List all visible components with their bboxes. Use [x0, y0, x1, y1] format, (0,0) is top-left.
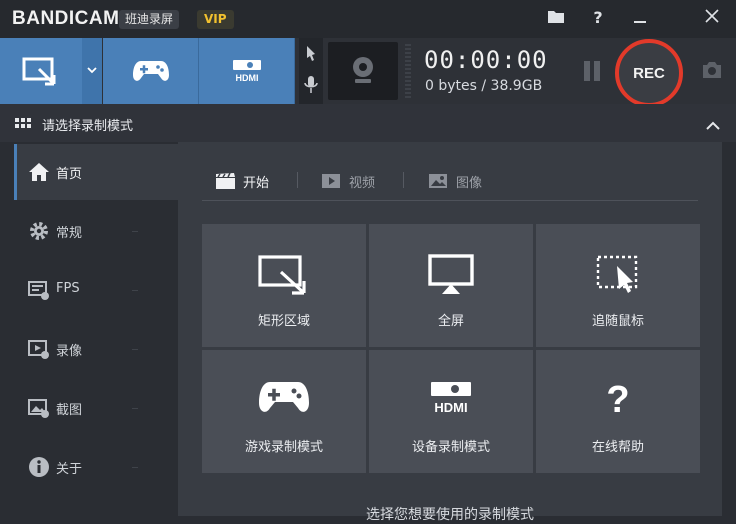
tile-fullscreen[interactable]: 全屏: [369, 224, 533, 347]
pause-icon: [584, 61, 590, 81]
pause-button[interactable]: [582, 61, 602, 81]
sidebar-item-label: 录像: [56, 344, 83, 359]
hint-text: 选择您想要使用的录制模式: [366, 507, 534, 523]
folder-icon[interactable]: [544, 7, 568, 29]
game-mode-button[interactable]: [103, 38, 199, 104]
info-icon: [29, 457, 49, 477]
cursor-effect-icon[interactable]: [307, 46, 315, 61]
clapper-icon: [216, 173, 235, 189]
tile-label: 游戏录制模式: [244, 440, 323, 455]
mode-section-header: 请选择录制模式: [0, 104, 736, 142]
app-logo: BANDICAM: [12, 8, 120, 29]
tab-label: 图像: [456, 176, 483, 191]
grid-icon: [15, 118, 31, 128]
sidebar-item-general[interactable]: 常规: [14, 203, 178, 259]
tile-label: 设备录制模式: [411, 440, 490, 455]
tile-follow-mouse[interactable]: 追随鼠标: [536, 224, 700, 347]
tile-online-help[interactable]: ? 在线帮助: [536, 350, 700, 473]
rectangle-area-icon: [258, 255, 306, 295]
svg-text:?: ?: [606, 380, 629, 418]
fps-icon: [28, 281, 49, 300]
gamepad-icon: [259, 382, 309, 412]
sidebar-item-video[interactable]: 录像: [14, 321, 178, 377]
sidebar-item-label: FPS: [56, 281, 80, 296]
mode-dropdown-button[interactable]: [82, 38, 102, 104]
sidebar-item-label: 常规: [56, 226, 83, 241]
sidebar-item-about[interactable]: 关于: [14, 439, 178, 495]
hdmi-icon: HDMI: [431, 382, 471, 414]
svg-text:HDMI: HDMI: [434, 400, 467, 414]
home-icon: [29, 163, 49, 181]
tile-rectangle-area[interactable]: 矩形区域: [202, 224, 366, 347]
collapse-button[interactable]: [705, 117, 721, 136]
tile-game-recording[interactable]: 游戏录制模式: [202, 350, 366, 473]
sidebar-item-label: 关于: [56, 462, 83, 477]
title-bar: BANDICAM 班迪录屏 VIP ?: [0, 0, 736, 38]
follow-mouse-icon: [596, 255, 638, 293]
video-icon: [28, 340, 49, 359]
sidebar-item-fps[interactable]: FPS: [14, 262, 178, 318]
rec-button[interactable]: REC: [615, 39, 683, 107]
svg-text:HDMI: HDMI: [235, 73, 258, 83]
tab-label: 开始: [243, 176, 270, 191]
rectangle-mode-button[interactable]: [0, 38, 83, 104]
close-icon[interactable]: [700, 7, 724, 29]
sidebar-item-label: 截图: [56, 403, 83, 418]
main-content: 开始 视频 图像 矩形区域 全屏 追随鼠标 游戏录制模式 HDMI 设备录制模式…: [178, 142, 722, 523]
chevron-down-icon: [87, 67, 97, 74]
question-icon: ?: [606, 380, 629, 418]
minimize-icon[interactable]: [628, 7, 652, 29]
hdmi-icon: HDMI: [232, 60, 261, 83]
sidebar-item-home[interactable]: 首页: [14, 144, 178, 200]
tile-label: 矩形区域: [257, 314, 310, 329]
right-margin: [722, 142, 736, 516]
picture-icon: [429, 174, 447, 188]
audio-controls: [299, 38, 323, 104]
camera-icon: [703, 62, 721, 78]
gamepad-icon: [132, 61, 169, 81]
tile-label: 追随鼠标: [591, 314, 644, 329]
gear-icon: [30, 222, 48, 240]
tile-label: 全屏: [437, 314, 464, 329]
sidebar: 首页 常规 FPS 录像 截图 关于: [0, 142, 178, 516]
chevron-up-icon: [706, 121, 720, 130]
drag-grip: [405, 44, 411, 98]
vip-badge[interactable]: VIP: [197, 10, 234, 29]
brand-name: 班迪录屏: [119, 10, 180, 29]
recording-timer: 00:00:00: [424, 46, 548, 74]
webcam-icon: [353, 57, 373, 83]
microphone-icon[interactable]: [304, 76, 318, 93]
screenshot-button[interactable]: [701, 61, 723, 83]
rectangle-mode-icon: [22, 57, 56, 86]
section-title: 请选择录制模式: [42, 119, 134, 134]
tab-bar: 开始 视频 图像: [202, 167, 698, 201]
help-icon[interactable]: ?: [586, 7, 610, 29]
monitor-icon: [428, 254, 474, 294]
rec-label: REC: [633, 64, 665, 82]
file-size-info: 0 bytes / 38.9GB: [425, 78, 543, 94]
tile-label: 在线帮助: [591, 440, 644, 455]
sidebar-item-screenshot[interactable]: 截图: [14, 380, 178, 436]
tile-device-recording[interactable]: HDMI 设备录制模式: [369, 350, 533, 473]
play-icon: [322, 174, 340, 188]
tab-label: 视频: [349, 176, 376, 191]
webcam-toggle[interactable]: [328, 42, 398, 100]
main-toolbar: HDMI 00:00:00 0 bytes / 38.9GB REC: [0, 38, 736, 107]
active-indicator: [14, 144, 17, 200]
image-icon: [28, 399, 49, 418]
sidebar-item-label: 首页: [56, 167, 83, 182]
hdmi-mode-button[interactable]: HDMI: [199, 38, 295, 104]
